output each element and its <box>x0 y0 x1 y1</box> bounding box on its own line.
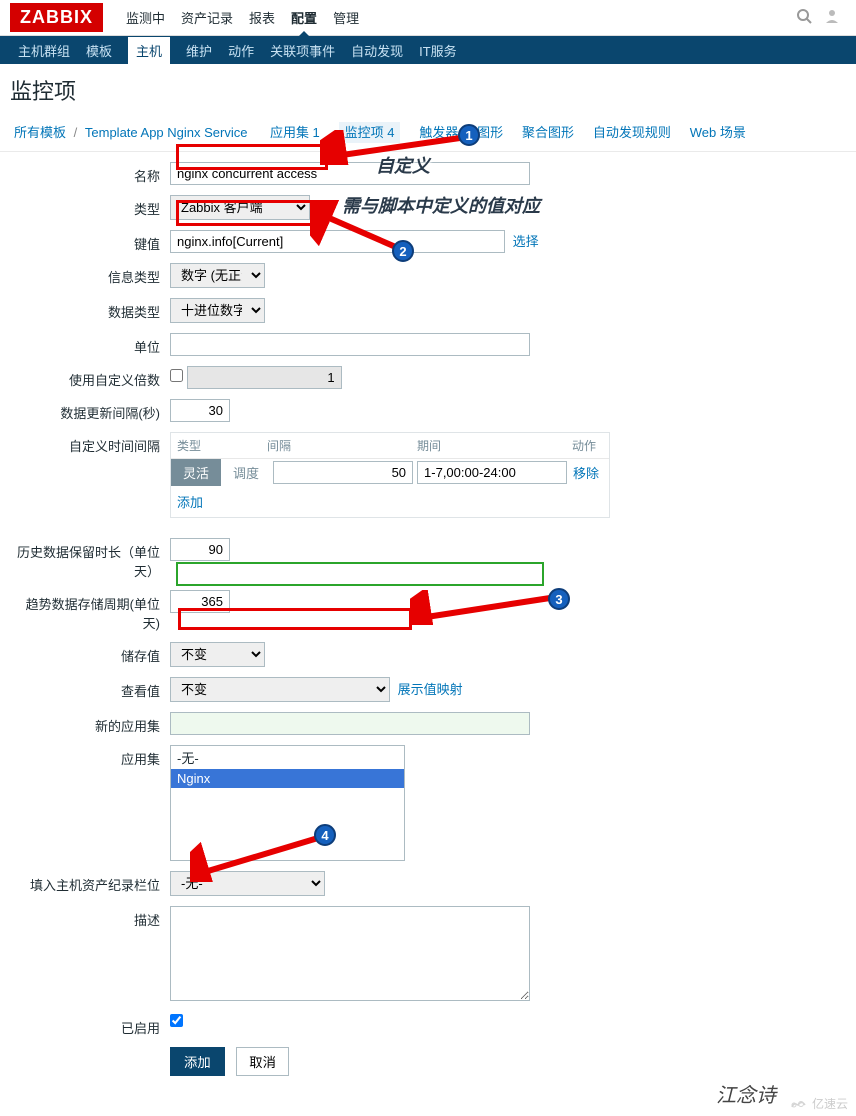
infotype-select[interactable]: 数字 (无正负) <box>170 263 265 288</box>
topnav-reports[interactable]: 报表 <box>249 8 275 27</box>
interval-label: 数据更新间隔(秒) <box>10 399 170 422</box>
cancel-button[interactable]: 取消 <box>236 1047 289 1076</box>
subnav-hostgroups[interactable]: 主机群组 <box>18 41 70 60</box>
multiplier-label: 使用自定义倍数 <box>10 366 170 389</box>
bc-all-templates[interactable]: 所有模板 <box>14 125 66 140</box>
tab-scheduling[interactable]: 调度 <box>221 459 271 486</box>
show-mapping-link[interactable]: 展示值映射 <box>398 682 463 697</box>
search-icon[interactable] <box>790 8 818 27</box>
logo[interactable]: ZABBIX <box>10 3 103 32</box>
sched-remove[interactable]: 移除 <box>569 459 603 486</box>
newapp-input[interactable] <box>170 712 530 735</box>
bc-triggers[interactable]: 触发器 <box>419 125 458 140</box>
col-type: 类型 <box>171 433 261 458</box>
breadcrumb: 所有模板 / Template App Nginx Service 应用集 1 … <box>0 116 856 152</box>
tab-flexible[interactable]: 灵活 <box>171 459 221 486</box>
topnav-monitoring[interactable]: 监测中 <box>126 8 165 27</box>
apps-listbox[interactable]: -无- Nginx <box>170 745 405 861</box>
multiplier-input[interactable] <box>187 366 342 389</box>
unit-label: 单位 <box>10 333 170 356</box>
custom-interval-label: 自定义时间间隔 <box>10 432 170 455</box>
type-select[interactable]: Zabbix 客户端 <box>170 195 310 220</box>
bc-apps[interactable]: 应用集 1 <box>270 125 320 140</box>
bc-graphs[interactable]: 图形 <box>477 125 503 140</box>
name-input[interactable] <box>170 162 530 185</box>
inventory-label: 填入主机资产纪录栏位 <box>10 871 170 894</box>
store-select[interactable]: 不变 <box>170 642 265 667</box>
col-interval: 间隔 <box>261 433 411 458</box>
type-label: 类型 <box>10 195 170 218</box>
page-title: 监控项 <box>0 64 856 116</box>
key-select-btn[interactable]: 选择 <box>513 234 539 249</box>
apps-option-none[interactable]: -无- <box>171 746 404 769</box>
newapp-label: 新的应用集 <box>10 712 170 735</box>
col-period: 期间 <box>411 433 566 458</box>
bc-template-name[interactable]: Template App Nginx Service <box>85 125 248 140</box>
key-input[interactable] <box>170 230 505 253</box>
signature: 江念诗 <box>716 1079 776 1108</box>
desc-textarea[interactable] <box>170 906 530 1001</box>
subnav-discovery[interactable]: 自动发现 <box>351 41 403 60</box>
datatype-select[interactable]: 十进位数字 <box>170 298 265 323</box>
subnav-hosts[interactable]: 主机 <box>128 37 170 64</box>
add-button[interactable]: 添加 <box>170 1047 225 1076</box>
trends-input[interactable] <box>170 590 230 613</box>
history-label: 历史数据保留时长（单位天） <box>10 538 170 580</box>
apps-label: 应用集 <box>10 745 170 768</box>
multiplier-checkbox[interactable] <box>170 369 183 382</box>
subnav-correlation[interactable]: 关联项事件 <box>270 41 335 60</box>
trends-label: 趋势数据存储周期(单位天) <box>10 590 170 632</box>
bc-discovery[interactable]: 自动发现规则 <box>593 125 671 140</box>
history-input[interactable] <box>170 538 230 561</box>
infotype-label: 信息类型 <box>10 263 170 286</box>
interval-input[interactable] <box>170 399 230 422</box>
sched-add[interactable]: 添加 <box>177 495 203 510</box>
apps-option-nginx[interactable]: Nginx <box>171 769 404 788</box>
topnav-config[interactable]: 配置 <box>291 8 317 27</box>
bc-web[interactable]: Web 场景 <box>690 125 746 140</box>
col-action: 动作 <box>566 433 606 458</box>
store-label: 储存值 <box>10 642 170 665</box>
watermark: 亿速云 <box>788 1095 848 1112</box>
subnav-templates[interactable]: 模板 <box>86 41 112 60</box>
show-label: 查看值 <box>10 677 170 700</box>
bc-items[interactable]: 监控项 4 <box>339 122 401 143</box>
unit-input[interactable] <box>170 333 530 356</box>
topnav-inventory[interactable]: 资产记录 <box>181 8 233 27</box>
subnav-actions[interactable]: 动作 <box>228 41 254 60</box>
subnav-itservices[interactable]: IT服务 <box>419 41 457 60</box>
enabled-checkbox[interactable] <box>170 1014 183 1027</box>
datatype-label: 数据类型 <box>10 298 170 321</box>
topnav-admin[interactable]: 管理 <box>333 8 359 27</box>
inventory-select[interactable]: -无- <box>170 871 325 896</box>
desc-label: 描述 <box>10 906 170 929</box>
sched-interval-input[interactable] <box>273 461 413 484</box>
key-label: 键值 <box>10 230 170 253</box>
user-icon[interactable] <box>818 8 846 27</box>
bc-aggregate[interactable]: 聚合图形 <box>522 125 574 140</box>
subnav-maintenance[interactable]: 维护 <box>186 41 212 60</box>
enabled-label: 已启用 <box>10 1014 170 1037</box>
show-select[interactable]: 不变 <box>170 677 390 702</box>
name-label: 名称 <box>10 162 170 185</box>
sched-period-input[interactable] <box>417 461 567 484</box>
